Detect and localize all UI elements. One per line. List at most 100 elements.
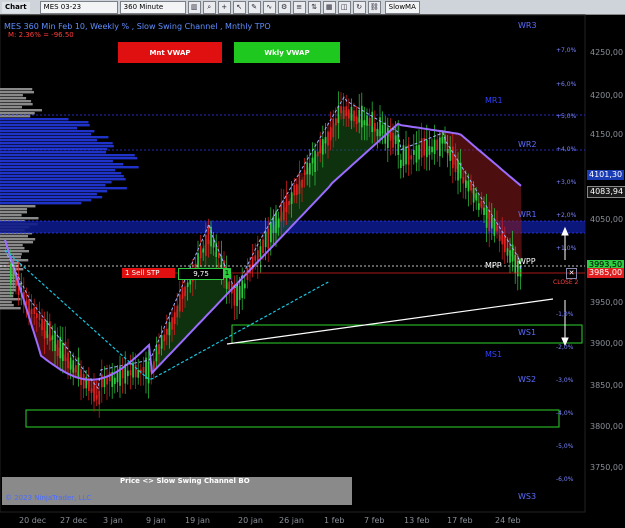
tpo-bar <box>0 127 78 130</box>
bo-label-text: Price <> Slow Swing Channel BO <box>120 477 250 485</box>
pivot-wr3: WR3 <box>518 21 537 30</box>
tpo-bar <box>0 292 14 295</box>
candle-body <box>51 335 54 340</box>
percent-label: -1,0% <box>556 311 574 318</box>
candle-body <box>205 234 207 256</box>
tpo-bar <box>0 235 29 238</box>
candle-body <box>368 117 371 126</box>
price-tick: 4250,00 <box>590 48 624 57</box>
candle-body <box>262 239 264 253</box>
candle-body <box>358 109 361 123</box>
candle-body <box>176 305 179 318</box>
candle-body <box>363 120 366 126</box>
price-tick: 4200,00 <box>590 91 624 100</box>
candle-body <box>428 146 431 155</box>
candle-body <box>158 344 160 355</box>
support-trendline[interactable] <box>226 298 554 345</box>
candle-body <box>324 137 327 144</box>
candle-body <box>355 116 358 125</box>
candle-body <box>244 283 246 289</box>
tpo-bar <box>0 154 135 157</box>
percent-label: +4,0% <box>556 146 577 153</box>
order-price-box[interactable]: 9,75 <box>178 268 224 280</box>
candle-body <box>72 360 75 373</box>
candle-body <box>10 263 12 284</box>
mnt-vwap-button[interactable]: Mnt VWAP <box>118 42 222 63</box>
candle-body <box>197 253 199 268</box>
candle-body <box>488 209 491 232</box>
candle-body <box>62 342 64 362</box>
candle-body <box>186 282 189 287</box>
candle-body <box>332 118 335 138</box>
tpo-profile <box>0 88 139 310</box>
tpo-bar <box>0 109 42 112</box>
candle-body <box>413 150 415 155</box>
chart-title: MES 360 Min Feb 10, Weekly % , Slow Swin… <box>4 22 271 31</box>
order-quantity-box[interactable]: 1 <box>223 268 231 278</box>
date-tick: 20 dec <box>19 516 47 525</box>
candle-body <box>387 127 389 149</box>
candle-body <box>155 345 158 362</box>
candle-body <box>407 144 410 165</box>
date-tick: 17 feb <box>447 516 473 525</box>
tpo-bar <box>0 184 106 187</box>
candle-body <box>277 218 280 228</box>
candle-body <box>314 150 316 173</box>
candle-body <box>275 211 277 234</box>
tpo-bar <box>0 118 69 121</box>
candle-body <box>498 235 501 242</box>
candle-body <box>181 287 184 299</box>
sell-stop-order-label[interactable]: 1 Sell STP <box>122 268 175 278</box>
candle-body <box>462 176 465 184</box>
wkly-vwap-button[interactable]: Wkly VWAP <box>234 42 340 63</box>
tpo-bar <box>0 202 82 205</box>
candle-body <box>348 109 350 119</box>
candle-body <box>350 106 353 121</box>
percent-label: +1,0% <box>556 245 577 252</box>
candle-body <box>283 201 285 221</box>
candle-body <box>433 139 436 155</box>
tpo-bar <box>0 139 97 142</box>
candle-body <box>394 135 397 145</box>
candle-body <box>426 139 428 158</box>
candle-body <box>415 145 418 163</box>
candle-body <box>335 118 337 126</box>
candle-body <box>288 200 290 206</box>
pivot-mr1: MR1 <box>485 96 503 105</box>
tpo-bar <box>0 88 33 91</box>
candle-body <box>509 250 511 263</box>
candle-body <box>134 364 137 378</box>
tpo-bar <box>0 145 114 148</box>
candle-body <box>147 361 150 384</box>
pivot-ws2: WS2 <box>518 375 537 384</box>
candle-body <box>264 231 267 248</box>
candle-body <box>506 248 509 256</box>
tpo-bar <box>0 175 124 178</box>
candle-body <box>309 163 311 175</box>
candle-body <box>376 128 379 137</box>
candle-body <box>311 157 314 164</box>
candle-body <box>210 226 212 247</box>
candle-body <box>285 194 288 213</box>
candle-body <box>465 180 467 188</box>
candle-body <box>82 373 85 389</box>
percent-label: -6,0% <box>556 476 574 483</box>
tpo-bar <box>0 121 89 124</box>
candle-body <box>478 203 480 210</box>
price-tick: 4150,00 <box>590 130 624 139</box>
candle-body <box>238 285 241 300</box>
candle-body <box>322 138 324 155</box>
pivot-wr2: WR2 <box>518 140 537 149</box>
close-order-icon[interactable]: ✕ <box>566 268 577 279</box>
candle-body <box>270 222 272 243</box>
candle-body <box>160 335 163 349</box>
percent-label: -3,0% <box>556 377 574 384</box>
price-marker: 4101,30 <box>587 170 625 180</box>
date-tick: 3 jan <box>103 516 123 525</box>
candle-body <box>166 328 168 335</box>
candle-body <box>475 193 478 201</box>
candle-body <box>90 388 93 393</box>
tpo-bar <box>0 196 103 199</box>
candle-body <box>98 390 101 405</box>
tpo-bar <box>0 214 22 217</box>
